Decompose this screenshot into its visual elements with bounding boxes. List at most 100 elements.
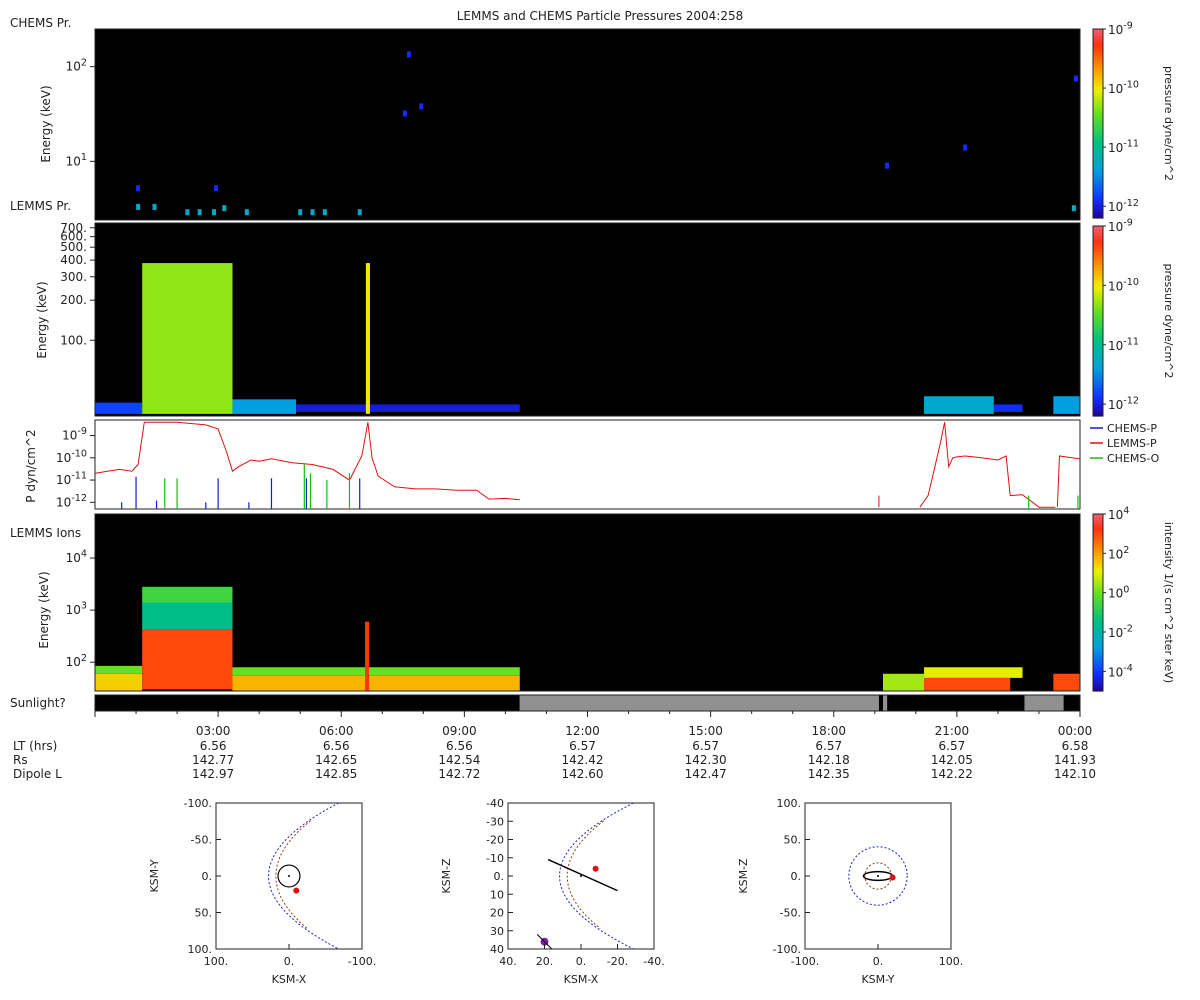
orbit-y-tick-label: 30 [490, 925, 504, 938]
orbit-x-tick-label: -100. [791, 955, 819, 968]
lemms-ions-block [232, 667, 520, 676]
ephemeris-value: 142.22 [931, 767, 973, 781]
ephemeris-value: 142.77 [192, 753, 234, 767]
ephemeris-value: 6.56 [323, 739, 350, 753]
lemms-ions-colorbar-tick-label: 100 [1108, 584, 1129, 600]
lemms-ions-colorbar-tick-label: 102 [1108, 545, 1129, 561]
lemms-ions-block [95, 673, 143, 691]
lemms-ions-y-tick-label: 104 [66, 549, 87, 565]
chems-colorbar-tick-label: 10-12 [1108, 198, 1139, 214]
lemms-ions-y-tick-label: 102 [66, 653, 87, 669]
ephemeris-value: 6.57 [569, 739, 596, 753]
time-axis: 03:00 06:00 09:00 12:00 15:00 18:00 21:00 00:00 [94, 711, 1092, 738]
orbit-y-tick-label: 0. [202, 870, 213, 883]
ephemeris-table: LT (hrs) 6.56 6.56 6.56 6.57 6.57 6.57 6.57 6.58… [13, 739, 1096, 781]
lemms-ions-panel-label: LEMMS Ions [10, 526, 81, 540]
lemms-ions-colorbar-label: intensity 1/(s cm^2 ster keV) [1162, 522, 1175, 683]
lemms-pressure-colorbar-label: pressure dyne/cm^2 [1162, 264, 1175, 379]
orbit-y-tick-label: 50. [195, 907, 213, 920]
ephemeris-value: 142.65 [315, 753, 357, 767]
ephemeris-value: 142.05 [931, 753, 973, 767]
orbit-y-tick-label: 10 [490, 888, 504, 901]
time-tick-label: 12:00 [565, 724, 600, 738]
ephemeris-value: 6.57 [692, 739, 719, 753]
chems-panel-label: CHEMS Pr. [10, 16, 71, 30]
orbit-x-tick-label: -40. [643, 955, 664, 968]
orbit-y-tick-label: 40 [490, 943, 504, 956]
ephemeris-value: 6.56 [446, 739, 473, 753]
pressure-y-tick-label: 10-9 [62, 426, 87, 442]
sunlit-segment [883, 695, 888, 711]
chems-colorbar-swatch [1093, 29, 1103, 33]
ephemeris-value: 142.18 [808, 753, 850, 767]
lemms-ions-colorbar-tick-label: 10-4 [1108, 663, 1133, 679]
chems-pressure-pixel [406, 51, 411, 58]
orbit-y-tick-label: 100. [188, 943, 213, 956]
chems-colorbar: 10-12 10-11 10-10 10-9 pressure dyne/cm^2 [1092, 21, 1175, 219]
spacecraft-marker [592, 865, 599, 872]
orbit-plot-xy: 100. 0. -100. -100. -50. 0. 50. 100. KSM-X KSM-Y [148, 797, 376, 986]
orbit-y-tick-label: 0. [494, 870, 505, 883]
chems-plot-background [95, 29, 1080, 220]
orbit-y-tick-label: -100. [773, 943, 801, 956]
orbit-y-tick-label: -20 [486, 834, 504, 847]
lemms-pressure-block [924, 396, 994, 414]
lemms-ions-y-tick-label: 103 [66, 601, 87, 617]
ephemeris-value: 142.60 [562, 767, 604, 781]
orbit-x-tick-label: 40. [499, 955, 517, 968]
chems-y-axis-label: Energy (keV) [39, 85, 53, 162]
ephemeris-row-label: LT (hrs) [13, 739, 57, 753]
chems-pressure-pixel [322, 209, 327, 216]
pressure-y-tick-label: 10-10 [56, 448, 87, 464]
orbit-y-tick-label: 20 [490, 907, 504, 920]
orbit-x-axis-label: KSM-X [272, 973, 307, 986]
ephemeris-value: 142.35 [808, 767, 850, 781]
lemms-ions-block [924, 667, 1023, 678]
orbit-y-tick-label: -30 [486, 815, 504, 828]
chems-pressure-pixel [152, 203, 157, 210]
lemms-ions-block [924, 677, 1011, 691]
lemms-pressure-block [142, 263, 233, 414]
saturn-marker [288, 875, 290, 877]
ephemeris-value: 142.85 [315, 767, 357, 781]
lemms-pressure-block [296, 404, 520, 412]
orbit-marks [848, 846, 908, 906]
magnetopause-boundary [268, 803, 340, 949]
lemms-pressure-colorbar-tick-label: 10-11 [1108, 336, 1139, 352]
orbit-plot-yz: -100. 0. 100. 100. 50. 0. -50. -100. KSM-Y KSM-Z [737, 797, 963, 986]
lemms-pressure-y-tick-label: 400. [60, 253, 87, 267]
chems-pressure-pixel [214, 185, 219, 192]
orbit-trace [547, 858, 618, 892]
lemms-ions-colorbar-tick-label: 104 [1108, 506, 1129, 522]
chems-pressure-pixel [357, 209, 362, 216]
time-tick-label: 18:00 [811, 724, 846, 738]
lemms-pressure-y-axis-label: Energy (keV) [35, 281, 49, 358]
ephemeris-value: 142.47 [685, 767, 727, 781]
lemms-ions-block [1053, 673, 1080, 691]
orbit-y-tick-label: 0. [791, 870, 802, 883]
dark-segment [1063, 695, 1080, 711]
chems-pressure-pixel [1071, 205, 1076, 212]
sunlit-segment [1024, 695, 1064, 711]
chems-pressure-pixel [310, 209, 315, 216]
lemms-pressure-y-tick-label: 700. [60, 221, 87, 235]
chems-pressure-pixel [244, 209, 249, 216]
legend-entry: CHEMS-O [1107, 452, 1160, 465]
lemms-pressure-colorbar-tick-label: 10-10 [1108, 277, 1139, 293]
series-line [919, 422, 1056, 508]
sunlit-segment [519, 695, 879, 711]
ephemeris-value: 6.57 [939, 739, 966, 753]
legend-entry: LEMMS-P [1107, 437, 1157, 450]
lemms-ions-block [142, 602, 233, 630]
chems-colorbar-label: pressure dyne/cm^2 [1162, 66, 1175, 181]
chems-pressure-pixel [185, 209, 190, 216]
chems-spectrogram-panel: 101 102 Energy (keV) [39, 28, 1081, 221]
lemms-ions-block [142, 629, 233, 690]
pressure-y-tick-label: 10-12 [56, 493, 87, 509]
sunlight-panel-label: Sunlight? [10, 696, 66, 710]
lemms-ions-panel: 102 103 104 Energy (keV) [37, 513, 1081, 692]
orbit-x-tick-label: 0. [576, 955, 587, 968]
chems-pressure-pixel [197, 209, 202, 216]
ephemeris-value: 142.97 [192, 767, 234, 781]
ephemeris-value: 142.54 [438, 753, 480, 767]
